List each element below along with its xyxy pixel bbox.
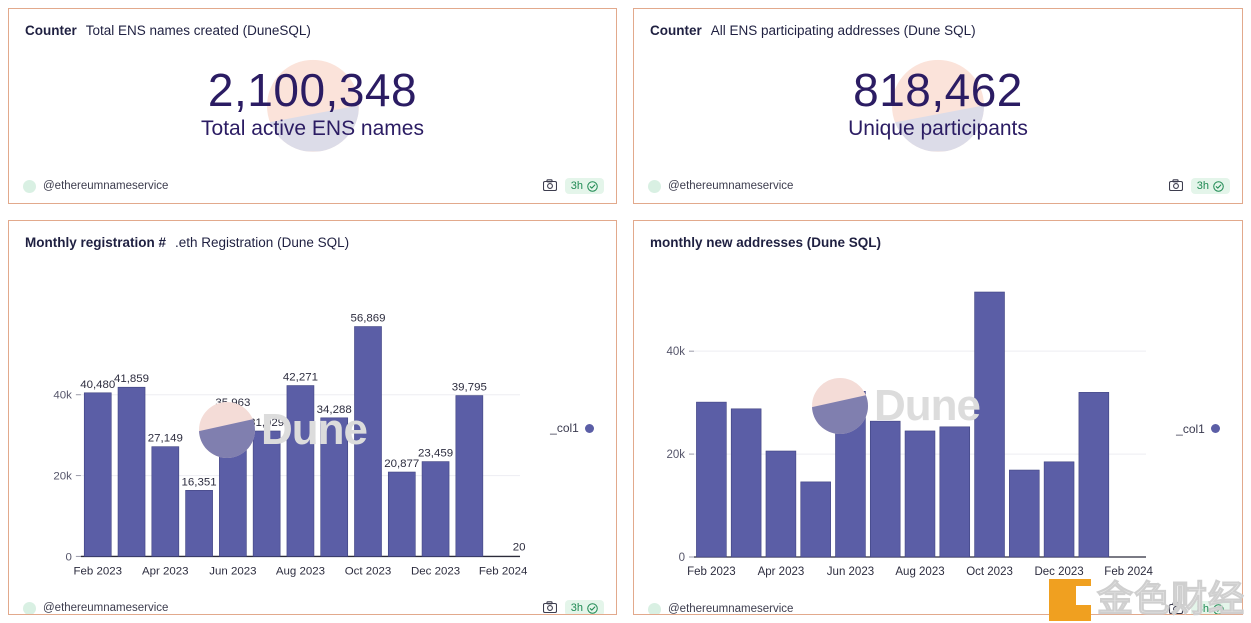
counter-value: 818,462: [853, 64, 1023, 117]
footer-right: 3h: [1168, 601, 1230, 615]
counter-value: 2,100,348: [207, 64, 418, 117]
avatar: [23, 601, 36, 614]
card-title: Total ENS names created (DuneSQL): [85, 23, 311, 38]
card-footer: @ethereumnameservice 3h: [9, 169, 616, 203]
author-handle[interactable]: @ethereumnameservice: [43, 180, 168, 192]
counter-body: 2,100,348 Total active ENS names: [9, 38, 616, 169]
svg-text:27,149: 27,149: [148, 433, 183, 445]
svg-text:Feb 2023: Feb 2023: [687, 566, 736, 578]
legend-color-swatch: [1210, 424, 1220, 433]
card-footer: @ethereumnameservice 3h: [9, 600, 616, 615]
svg-text:Apr 2023: Apr 2023: [758, 566, 805, 578]
counter-label: Unique participants: [848, 116, 1028, 140]
svg-text:16,351: 16,351: [182, 476, 217, 488]
author-handle[interactable]: @ethereumnameservice: [668, 180, 793, 192]
check-circle-icon: [1213, 603, 1224, 614]
counter-body: 818,462 Unique participants: [634, 38, 1242, 169]
avatar: [648, 602, 661, 614]
author-handle[interactable]: @ethereumnameservice: [43, 602, 168, 614]
legend-label: _col1: [1176, 421, 1205, 436]
svg-text:40k: 40k: [53, 390, 72, 402]
svg-text:56,869: 56,869: [350, 313, 385, 325]
svg-text:Oct 2023: Oct 2023: [966, 566, 1013, 578]
legend-label: _col1: [550, 421, 579, 436]
camera-icon[interactable]: [1168, 601, 1183, 615]
svg-text:20k: 20k: [666, 449, 685, 461]
svg-text:34,288: 34,288: [317, 404, 352, 416]
svg-text:41,859: 41,859: [114, 373, 149, 385]
svg-text:Jun 2023: Jun 2023: [827, 566, 874, 578]
chart-card-monthly-new-addresses: monthly new addresses (Dune SQL) Dune 02…: [633, 220, 1243, 615]
freshness-label: 3h: [1196, 180, 1209, 192]
author-handle[interactable]: @ethereumnameservice: [668, 603, 793, 614]
check-circle-icon: [1213, 180, 1224, 192]
footer-right: 3h: [542, 178, 604, 194]
chart-card-monthly-registration: Monthly registration # .eth Registration …: [8, 220, 617, 615]
avatar: [23, 179, 36, 193]
camera-icon[interactable]: [542, 178, 557, 194]
chart-legend: _col1: [1154, 256, 1242, 601]
card-title-bold: monthly new addresses (Dune SQL): [650, 235, 882, 250]
footer-right: 3h: [1168, 178, 1230, 194]
bar-chart-monthly-registration: 0 20k 40k 40,48041,859 27,149 16,351 35,963 31,…: [53, 313, 528, 578]
avatar: [648, 179, 661, 193]
svg-text:35,963: 35,963: [215, 397, 250, 409]
plot-area: Dune 0 20k 40k Feb 2023 Apr 2023 Jun 2023 Aug …: [634, 256, 1154, 601]
card-header: Counter Total ENS names created (DuneSQL): [9, 9, 616, 38]
freshness-badge: 3h: [564, 178, 604, 194]
card-footer: @ethereumnameservice 3h: [634, 601, 1242, 615]
svg-text:20k: 20k: [53, 471, 72, 483]
svg-text:Dec 2023: Dec 2023: [1034, 566, 1083, 578]
card-title: All ENS participating addresses (Dune SQ…: [710, 23, 976, 38]
svg-text:Feb 2024: Feb 2024: [1104, 566, 1153, 578]
svg-text:39,795: 39,795: [452, 382, 487, 394]
svg-text:40k: 40k: [666, 346, 685, 358]
svg-text:20: 20: [513, 541, 526, 553]
card-header: Monthly registration # .eth Registration …: [9, 221, 616, 250]
svg-text:Feb 2024: Feb 2024: [479, 565, 528, 577]
check-circle-icon: [587, 180, 598, 192]
svg-text:0: 0: [65, 551, 71, 563]
freshness-badge: 3h: [564, 600, 604, 615]
camera-icon[interactable]: [542, 601, 557, 614]
chart-body: Dune 0 20k 40k Feb 2023 Apr 2023 Jun 2023 Aug …: [634, 250, 1242, 601]
camera-icon[interactable]: [1168, 178, 1183, 194]
svg-text:23,459: 23,459: [418, 448, 453, 460]
svg-text:0: 0: [679, 552, 685, 564]
freshness-badge: 3h: [1190, 178, 1230, 194]
svg-text:Feb 2023: Feb 2023: [74, 565, 122, 577]
svg-text:40,480: 40,480: [80, 379, 115, 391]
svg-text:Dec 2023: Dec 2023: [411, 565, 460, 577]
svg-text:Aug 2023: Aug 2023: [276, 565, 325, 577]
footer-right: 3h: [542, 600, 604, 615]
counter-label: Total active ENS names: [201, 116, 424, 140]
bar-chart-monthly-new-addresses: 0 20k 40k Feb 2023 Apr 2023 Jun 2023 Aug 2023 O…: [666, 291, 1154, 578]
dune-dashboard: Counter Total ENS names created (DuneSQL)…: [0, 0, 1251, 623]
svg-text:Apr 2023: Apr 2023: [142, 565, 189, 577]
counter-card-total-ens-names: Counter Total ENS names created (DuneSQL)…: [8, 8, 617, 204]
freshness-label: 3h: [570, 602, 583, 615]
svg-text:Oct 2023: Oct 2023: [345, 565, 392, 577]
freshness-label: 3h: [570, 180, 583, 192]
svg-text:Aug 2023: Aug 2023: [895, 566, 944, 578]
svg-text:42,271: 42,271: [283, 372, 318, 384]
check-circle-icon: [587, 603, 598, 614]
plot-area: Dune 0 20k 40k 40,480 41,859 27,149 16,351 35,9…: [9, 256, 528, 600]
svg-text:31,029: 31,029: [249, 417, 284, 429]
card-footer: @ethereumnameservice 3h: [634, 169, 1242, 203]
freshness-badge: 3h: [1190, 601, 1230, 615]
card-header: monthly new addresses (Dune SQL): [634, 221, 1242, 250]
counter-card-participating-addresses: Counter All ENS participating addresses (…: [633, 8, 1243, 204]
legend-color-swatch: [584, 423, 594, 433]
svg-text:20,877: 20,877: [384, 458, 419, 470]
card-kind-label: Counter: [650, 23, 702, 38]
chart-body: Dune 0 20k 40k 40,480 41,859 27,149 16,351 35,9…: [9, 250, 616, 600]
card-kind-label: Counter: [25, 23, 77, 38]
svg-text:Jun 2023: Jun 2023: [209, 565, 256, 577]
freshness-label: 3h: [1196, 603, 1209, 615]
card-title-bold: Monthly registration #: [25, 235, 167, 250]
card-header: Counter All ENS participating addresses (…: [634, 9, 1242, 38]
chart-legend: _col1: [528, 256, 616, 600]
card-title: .eth Registration (Dune SQL): [175, 235, 350, 250]
